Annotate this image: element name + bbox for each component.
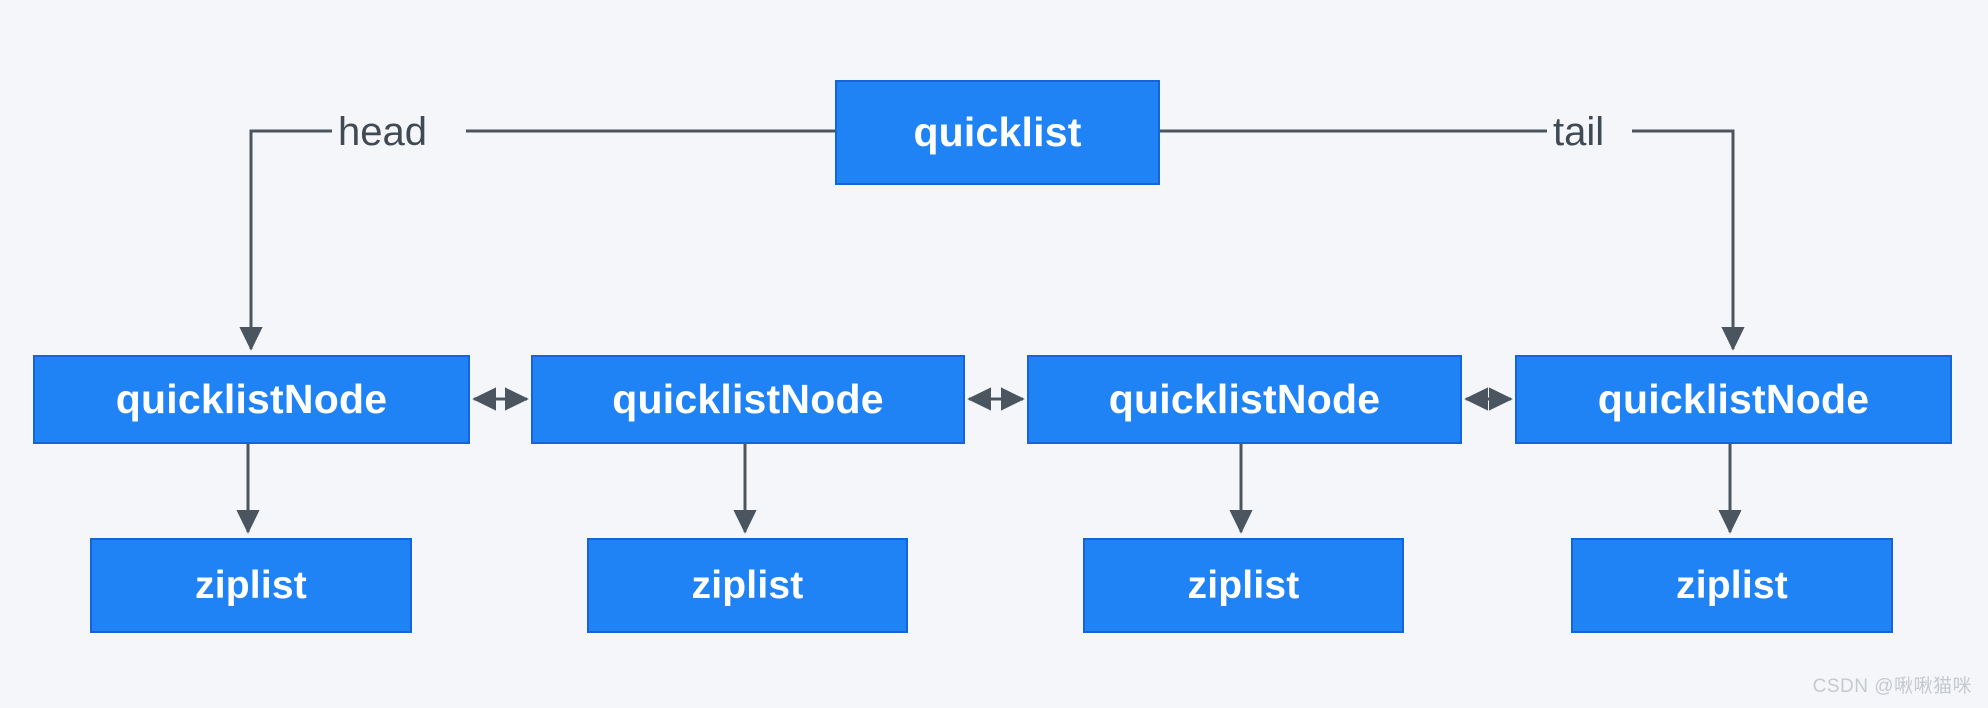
ziplist-label-2: ziplist: [691, 563, 804, 607]
quicklist-root-label: quicklist: [913, 109, 1082, 155]
quicklistnode-box-3[interactable]: quicklistNode: [1027, 355, 1462, 444]
quicklistnode-box-1[interactable]: quicklistNode: [33, 355, 470, 444]
ziplist-box-3[interactable]: ziplist: [1083, 538, 1404, 633]
tail-elbow-line: [1632, 129, 1745, 351]
ziplist-label-3: ziplist: [1187, 563, 1300, 607]
quicklistnode-label-1: quicklistNode: [115, 376, 388, 422]
ziplist-label-1: ziplist: [195, 563, 307, 607]
tail-pointer-label: tail: [1553, 110, 1605, 154]
ziplist-box-4[interactable]: ziplist: [1571, 538, 1893, 633]
quicklistnode-box-2[interactable]: quicklistNode: [531, 355, 965, 444]
quicklistnode-label-2: quicklistNode: [612, 376, 884, 422]
diagram-canvas: quicklist head tail quicklistNode quickl…: [0, 0, 1988, 708]
quicklistnode-box-4[interactable]: quicklistNode: [1515, 355, 1952, 444]
ziplist-label-4: ziplist: [1676, 563, 1788, 607]
ziplist-box-2[interactable]: ziplist: [587, 538, 908, 633]
ziplist-box-1[interactable]: ziplist: [90, 538, 412, 633]
quicklist-root-box[interactable]: quicklist: [835, 80, 1160, 185]
csdn-watermark: CSDN @啾啾猫咪: [1812, 676, 1972, 697]
quicklistnode-label-4: quicklistNode: [1597, 376, 1870, 422]
head-pointer-label: head: [338, 110, 427, 154]
head-elbow-line: [239, 129, 332, 351]
quicklistnode-label-3: quicklistNode: [1108, 376, 1381, 422]
